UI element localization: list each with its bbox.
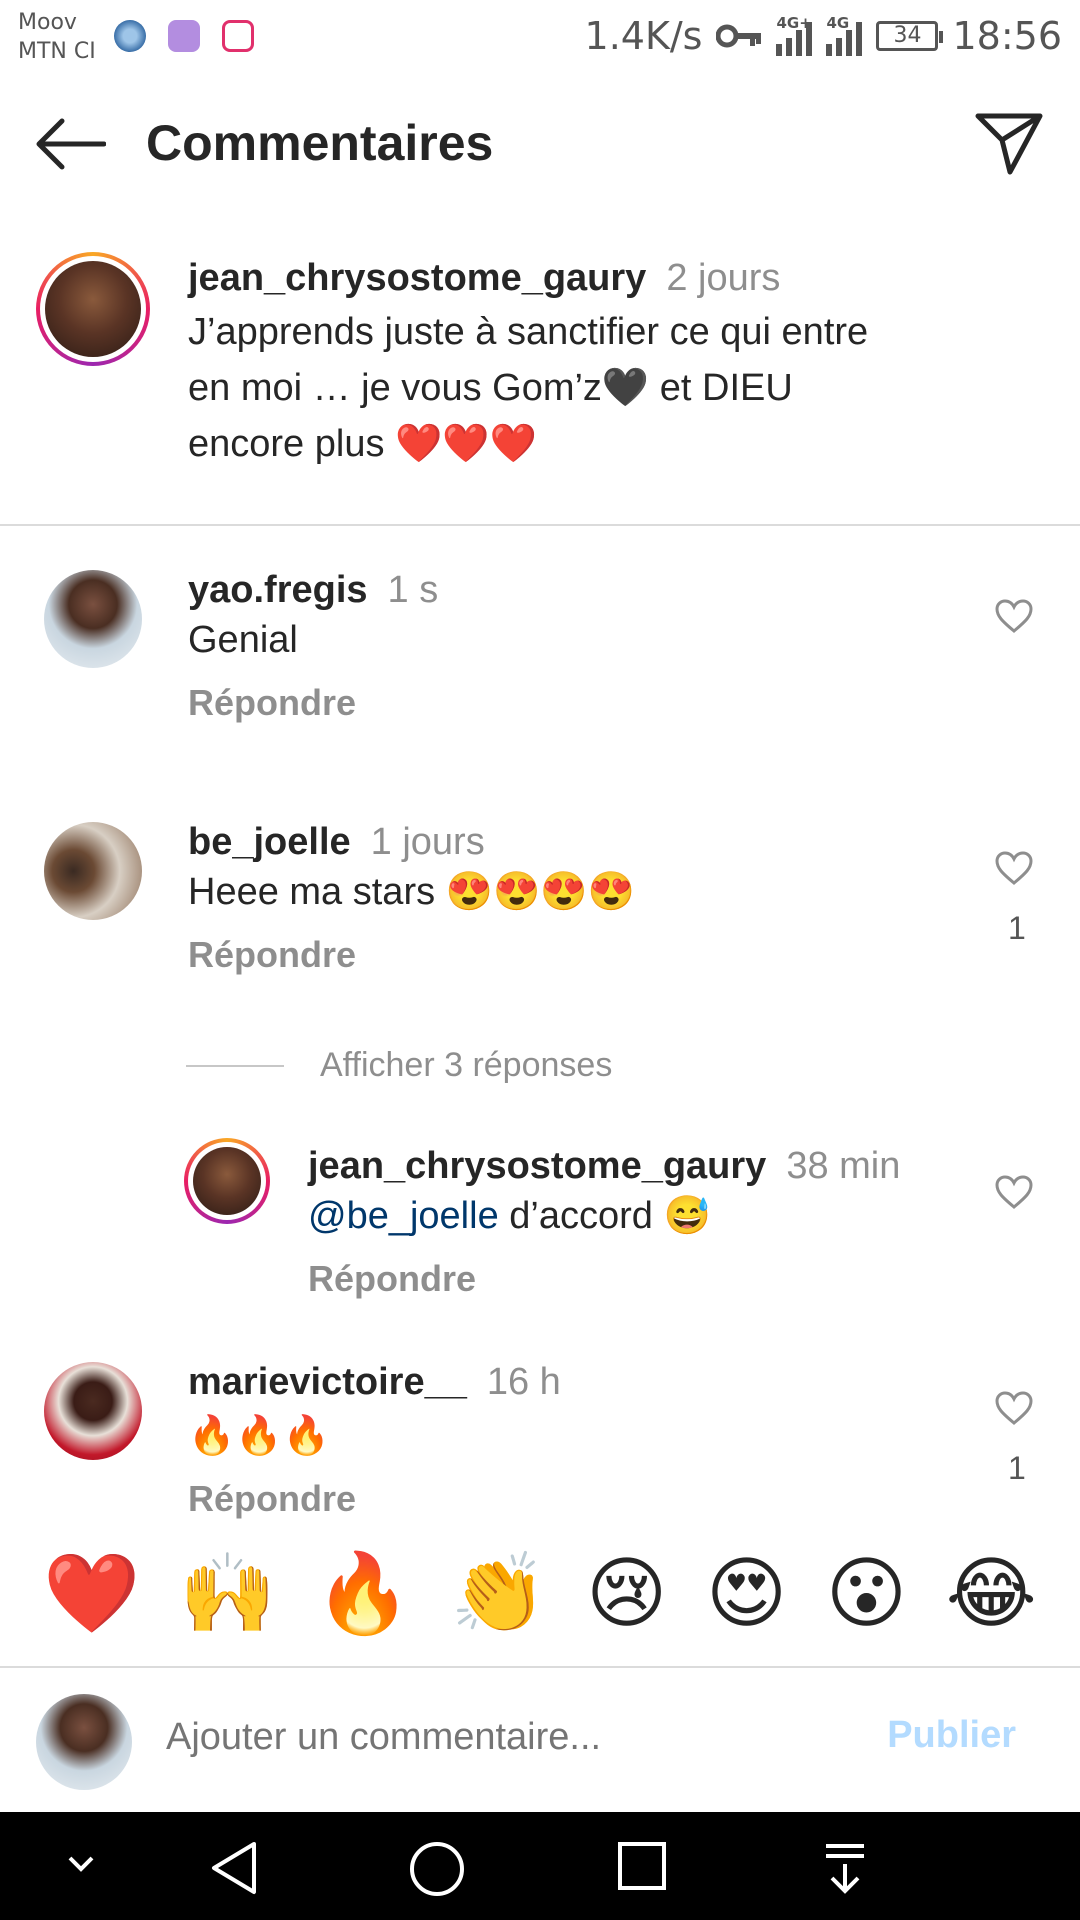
emoji-laughing-button[interactable]: 😂	[946, 1554, 1037, 1634]
comment-input[interactable]	[166, 1716, 856, 1759]
comment-item: be_joelle 1 jours Heee ma stars 😍😍😍😍 Répo…	[188, 820, 948, 976]
caption-avatar[interactable]	[36, 252, 150, 366]
reply-button[interactable]: Répondre	[308, 1258, 988, 1300]
caption-divider	[0, 524, 1080, 526]
back-arrow-icon[interactable]	[34, 116, 106, 172]
caption-time: 2 jours	[666, 257, 781, 299]
comment-item: marievictoire__ 16 h 🔥🔥🔥 Répondre	[188, 1360, 948, 1522]
notification-pull-icon[interactable]	[822, 1840, 868, 1896]
vpn-key-icon	[716, 24, 762, 48]
comment-text: 🔥🔥🔥	[188, 1415, 330, 1457]
emoji-surprised-button[interactable]: 😮	[826, 1554, 907, 1634]
carrier-label: Moov MTN CI	[18, 10, 96, 64]
comment-time: 1 jours	[370, 821, 485, 863]
caption-username[interactable]: jean_chrysostome_gaury	[188, 257, 646, 299]
notification-icons	[114, 20, 254, 52]
comment-avatar[interactable]	[44, 1362, 142, 1460]
reply-button[interactable]: Répondre	[188, 1478, 948, 1520]
caption-text: J’apprends juste à sanctifier ce qui ent…	[188, 311, 869, 465]
status-right: 1.4K/s 4G+ 4G 34 18:56	[585, 14, 1062, 58]
view-replies-button[interactable]: Afficher 3 réponses	[186, 1046, 612, 1085]
comment-avatar[interactable]	[44, 822, 142, 920]
page-title: Commentaires	[146, 115, 494, 171]
reply-avatar[interactable]	[184, 1138, 270, 1224]
comment-username[interactable]: be_joelle	[188, 821, 351, 863]
back-nav-icon[interactable]	[208, 1840, 260, 1896]
comment-time: 1 s	[387, 569, 439, 611]
battery-icon: 34	[876, 21, 944, 51]
recents-nav-icon[interactable]	[616, 1840, 668, 1892]
comment-input-bar: Publier	[0, 1668, 1080, 1812]
status-bar: Moov MTN CI 1.4K/s 4G+ 4G 34 18:56	[0, 0, 1080, 78]
reply-time: 38 min	[786, 1145, 901, 1187]
app-notification-icon	[114, 20, 146, 52]
reply-text: @be_joelle d’accord 😅	[308, 1195, 711, 1237]
network-speed: 1.4K/s	[584, 14, 703, 58]
chevron-down-icon[interactable]	[66, 1854, 96, 1874]
reply-item: jean_chrysostome_gaury 38 min @be_joelle …	[308, 1144, 988, 1300]
current-user-avatar[interactable]	[36, 1694, 132, 1790]
comment-time: 16 h	[486, 1361, 561, 1403]
header: Commentaires	[0, 86, 1080, 202]
instagram-notification-icon	[222, 20, 254, 52]
mention-link[interactable]: @be_joelle	[308, 1195, 499, 1237]
like-heart-icon[interactable]	[994, 850, 1034, 886]
signal-4g-icon: 4G	[826, 14, 863, 56]
comment-avatar[interactable]	[44, 570, 142, 668]
reply-button[interactable]: Répondre	[188, 682, 948, 724]
like-count: 1	[1008, 910, 1026, 946]
like-heart-icon[interactable]	[994, 598, 1034, 634]
signal-4gplus-icon: 4G+	[776, 14, 813, 56]
comment-item: yao.fregis 1 s Genial Répondre	[188, 568, 948, 724]
like-heart-icon[interactable]	[994, 1390, 1034, 1426]
caption: jean_chrysostome_gaury 2 jours J’apprends…	[188, 256, 1048, 472]
reply-username[interactable]: jean_chrysostome_gaury	[308, 1145, 766, 1187]
quick-emoji-bar: ❤️ 🙌 🔥 👏 😢 😍 😮 😂	[0, 1522, 1080, 1666]
system-nav-bar	[0, 1812, 1080, 1920]
comment-username[interactable]: marievictoire__	[188, 1361, 467, 1403]
like-heart-icon[interactable]	[994, 1174, 1034, 1210]
comment-text: Heee ma stars 😍😍😍😍	[188, 871, 635, 913]
clock: 18:56	[952, 14, 1062, 58]
emoji-crying-button[interactable]: 😢	[586, 1554, 667, 1634]
emoji-fire-button[interactable]: 🔥	[315, 1554, 412, 1634]
publish-button[interactable]: Publier	[887, 1714, 1016, 1757]
like-count: 1	[1008, 1450, 1026, 1486]
home-nav-icon[interactable]	[408, 1840, 466, 1898]
view-replies-label: Afficher 3 réponses	[320, 1046, 613, 1084]
share-send-icon[interactable]	[974, 110, 1044, 176]
emoji-heart-button[interactable]: ❤️	[43, 1554, 140, 1634]
emoji-clap-button[interactable]: 👏	[450, 1554, 547, 1634]
gallery-notification-icon	[168, 20, 200, 52]
emoji-heart-eyes-button[interactable]: 😍	[706, 1554, 787, 1634]
comment-text: Genial	[188, 619, 298, 661]
comment-username[interactable]: yao.fregis	[188, 569, 368, 611]
reply-button[interactable]: Répondre	[188, 934, 948, 976]
emoji-raised-hands-button[interactable]: 🙌	[179, 1554, 276, 1634]
